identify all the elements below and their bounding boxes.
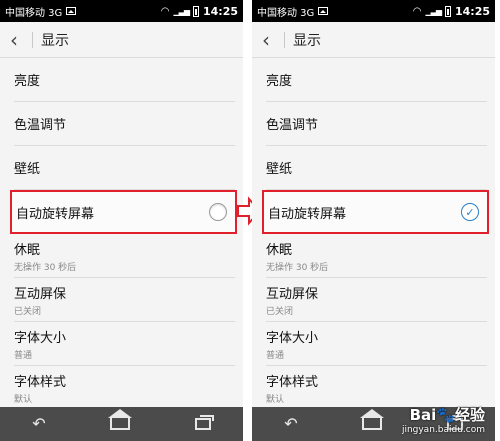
status-time: 14:25 [454,4,490,18]
setting-label: 互动屏保 [266,286,319,302]
home-icon[interactable] [108,409,133,430]
setting-brightness[interactable]: 亮度 [266,58,487,102]
back-arrow-icon[interactable]: ↶ [284,416,297,432]
wifi-icon: ◠ [160,5,170,17]
setting-summary: 默认 [14,394,33,405]
watermark-url: jingyan.baidu.com [401,425,485,435]
setting-label: 字体大小 [266,330,319,346]
settings-list: 亮度 色温调节 壁纸 自动旋转屏幕 休眠 无操作 30 秒后 互动屏保 已关闭 … [0,58,243,410]
page-title: 显示 [293,32,321,49]
image-notification-icon [66,7,77,15]
battery-icon [192,5,199,17]
setting-color-temperature[interactable]: 色温调节 [266,102,487,146]
setting-auto-rotate[interactable]: 自动旋转屏幕 ✓ [262,190,489,234]
watermark-logo: Bai🐾经验 [409,406,485,424]
carrier-label: 中国移动 3G [5,7,63,19]
settings-panel-before: 中国移动 3G ◠ ▁▃▅ 14:25 ‹ 显示 亮度 色温调节 壁纸 自动旋转… [0,0,243,441]
setting-summary: 无操作 30 秒后 [266,262,329,273]
page-header: ‹ 显示 [252,22,495,58]
auto-rotate-checkbox-unchecked[interactable] [209,203,227,221]
setting-label: 亮度 [14,74,41,89]
setting-summary: 普通 [266,350,285,361]
auto-rotate-checkbox-checked[interactable]: ✓ [461,203,479,221]
status-time: 14:25 [202,4,238,18]
setting-wallpaper[interactable]: 壁纸 [266,146,487,190]
setting-font-size[interactable]: 字体大小 普通 [266,322,487,366]
setting-font-size[interactable]: 字体大小 普通 [14,322,235,366]
setting-label: 字体样式 [266,374,319,390]
back-chevron-icon[interactable]: ‹ [10,30,26,50]
setting-daydream[interactable]: 互动屏保 已关闭 [266,278,487,322]
setting-brightness[interactable]: 亮度 [14,58,235,102]
setting-label: 休眠 [14,242,41,258]
image-notification-icon [318,7,329,15]
status-bar: 中国移动 3G ◠ ▁▃▅ 14:25 [252,0,495,22]
header-divider [32,31,33,48]
signal-icon: ▁▃▅ [173,6,191,16]
page-title: 显示 [41,32,69,49]
setting-label: 色温调节 [266,118,319,133]
setting-sleep[interactable]: 休眠 无操作 30 秒后 [14,234,235,278]
setting-summary: 已关闭 [14,306,42,317]
back-chevron-icon[interactable]: ‹ [262,30,278,50]
setting-label: 休眠 [266,242,293,258]
header-divider [284,31,285,48]
back-arrow-icon[interactable]: ↶ [32,416,45,432]
battery-icon [444,5,451,17]
settings-list: 亮度 色温调节 壁纸 自动旋转屏幕 ✓ 休眠 无操作 30 秒后 互动屏保 已关… [252,58,495,410]
setting-summary: 默认 [266,394,285,405]
wifi-icon: ◠ [412,5,422,17]
carrier-label: 中国移动 3G [257,7,315,19]
setting-daydream[interactable]: 互动屏保 已关闭 [14,278,235,322]
setting-sleep[interactable]: 休眠 无操作 30 秒后 [266,234,487,278]
setting-color-temperature[interactable]: 色温调节 [14,102,235,146]
setting-summary: 已关闭 [266,306,294,317]
setting-font-style[interactable]: 字体样式 默认 [14,366,235,410]
home-icon[interactable] [360,409,385,430]
setting-auto-rotate[interactable]: 自动旋转屏幕 [10,190,237,234]
page-header: ‹ 显示 [0,22,243,58]
recent-apps-icon[interactable] [194,415,214,430]
setting-summary: 普通 [14,350,33,361]
signal-icon: ▁▃▅ [425,6,443,16]
setting-label: 自动旋转屏幕 [16,206,95,222]
setting-label: 字体大小 [14,330,67,346]
setting-label: 自动旋转屏幕 [268,206,347,222]
settings-panel-after: 中国移动 3G ◠ ▁▃▅ 14:25 ‹ 显示 亮度 色温调节 壁纸 自动旋转… [252,0,495,441]
setting-label: 壁纸 [14,162,41,177]
setting-label: 互动屏保 [14,286,67,302]
setting-label: 字体样式 [14,374,67,390]
setting-wallpaper[interactable]: 壁纸 [14,146,235,190]
navigation-bar: ↶ [0,407,243,441]
baidu-watermark: Bai🐾经验 jingyan.baidu.com [402,404,485,435]
setting-label: 色温调节 [14,118,67,133]
setting-label: 壁纸 [266,162,293,177]
setting-label: 亮度 [266,74,293,89]
status-bar: 中国移动 3G ◠ ▁▃▅ 14:25 [0,0,243,22]
setting-summary: 无操作 30 秒后 [14,262,77,273]
